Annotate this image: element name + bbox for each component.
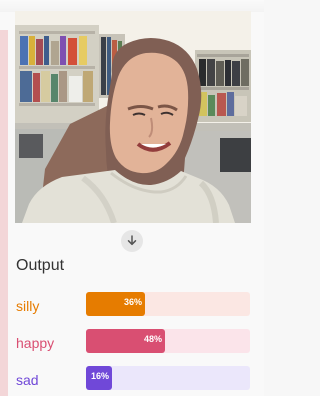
confidence-track-silly: 36% — [86, 292, 250, 316]
class-label-silly: silly — [16, 298, 40, 314]
confidence-track-happy: 48% — [86, 329, 250, 353]
class-label-sad: sad — [16, 372, 39, 388]
arrow-down-icon — [127, 235, 137, 246]
output-heading: Output — [16, 257, 65, 274]
confidence-track-sad: 16% — [86, 366, 250, 390]
class-row-sad: sad 16% — [16, 366, 252, 394]
confidence-value-happy: 48% — [143, 334, 162, 344]
confidence-value-silly: 36% — [123, 297, 142, 307]
confidence-value-sad: 16% — [90, 371, 109, 381]
teachable-output-panel: Output silly 36% happy 48% sad 16% — [0, 0, 264, 396]
class-row-happy: happy 48% — [16, 329, 252, 357]
webcam-image — [15, 11, 251, 223]
left-accent — [0, 30, 8, 396]
class-label-happy: happy — [16, 335, 55, 351]
webcam-preview — [15, 11, 251, 223]
class-row-silly: silly 36% — [16, 292, 252, 320]
arrow-down-indicator — [121, 230, 143, 252]
